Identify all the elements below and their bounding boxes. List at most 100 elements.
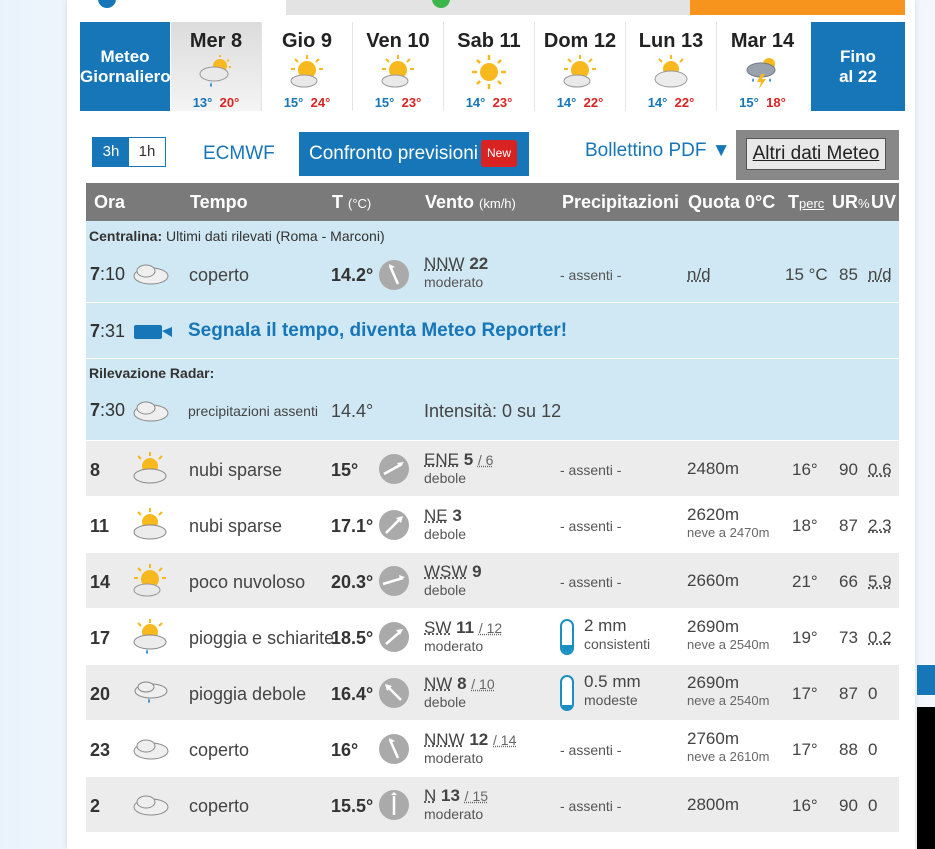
temperature: 15.5° — [331, 796, 374, 816]
day-tab-ven-10[interactable]: Ven 10 15° 23° — [353, 22, 444, 111]
weather-desc: coperto — [189, 796, 250, 816]
altri-dati-meteo-button[interactable]: Altri dati Meteo — [746, 138, 886, 170]
row-hour: 23 — [90, 740, 111, 760]
weather-desc: pioggia e schiarite — [189, 628, 335, 648]
day-tab-gio-9[interactable]: Gio 9 15° 24° — [262, 22, 353, 111]
quota-zero: 2760m neve a 2610m — [687, 729, 770, 765]
table-row: 17 pioggia e schiarite 18.5° SW 11 / 12 … — [86, 609, 899, 665]
tab-label: Fino — [840, 47, 876, 66]
cloudy-icon — [133, 401, 169, 422]
quota-zero: 2660m — [687, 571, 739, 590]
precipitation: - assenti - — [560, 267, 622, 283]
tab-label: Meteo — [100, 47, 150, 66]
partly-cloudy-icon — [133, 508, 167, 540]
interval-3h-button[interactable]: 3h — [93, 138, 129, 166]
weather-desc: coperto — [189, 740, 250, 760]
side-widget-tab[interactable] — [917, 665, 935, 695]
day-name: Mer 8 — [189, 30, 243, 52]
centralina-info: Centralina: Ultimi dati rilevati (Roma -… — [89, 228, 385, 244]
confronto-previsioni-button[interactable]: Confronto previsioni New — [299, 132, 529, 176]
model-link[interactable]: ECMWF — [203, 143, 275, 165]
wind-info: SW 11 / 12 moderato — [424, 618, 503, 655]
table-row: 2 coperto 15.5° N 13 / 15 moderato - ass… — [86, 777, 899, 833]
quota-zero: 2800m — [687, 795, 739, 814]
day-tab-dom-12[interactable]: Dom 12 14° 22° — [535, 22, 626, 111]
radar-temperature: 14.4° — [331, 401, 374, 421]
col-tempo: Tempo — [190, 192, 248, 212]
temperature: 16° — [331, 740, 359, 760]
day-tab-lun-13[interactable]: Lun 13 14° 22° — [626, 22, 717, 111]
day-name: Gio 9 — [281, 30, 332, 52]
day-tab-mer-8[interactable]: Mer 8 13° 20° — [171, 22, 262, 111]
row-hour: 8 — [90, 460, 101, 480]
day-name: Ven 10 — [366, 30, 430, 52]
top-nav-bar — [80, 0, 905, 15]
quota-zero: 2690m neve a 2540m — [687, 673, 770, 709]
uv-index: n/d — [868, 265, 892, 284]
rain-cloud-icon — [134, 681, 168, 703]
tperc: 17° — [792, 740, 818, 759]
days-strip: Meteo Giornaliero Mer 8 13° 20° Gio 9 15… — [80, 22, 905, 111]
row-hour: 11 — [90, 516, 110, 536]
day-tab-mar-14[interactable]: Mar 14 15° 18° — [717, 22, 808, 111]
quota-zero: 2690m neve a 2540m — [687, 617, 770, 653]
precipitation: - assenti - — [560, 742, 622, 758]
meteo-giornaliero-button[interactable]: Meteo Giornaliero — [80, 22, 171, 111]
rain-gauge-icon — [560, 675, 574, 711]
thunderstorm-icon — [746, 58, 775, 89]
wind-direction-icon — [379, 678, 409, 708]
table-row: 11 nubi sparse 17.1° NE 3 debole - assen… — [86, 497, 899, 553]
wind-direction-icon — [379, 622, 409, 652]
humidity: 88 — [839, 740, 858, 759]
col-vento: Vento (km/h) — [425, 192, 516, 212]
temperature: 17.1° — [331, 516, 374, 536]
row-hour: 2 — [90, 796, 101, 816]
reporter-time: 7:31 — [90, 321, 126, 341]
weather-desc: poco nuvoloso — [189, 572, 306, 592]
wind-info: ENE 5 / 6 debole — [424, 450, 494, 487]
interval-toggle: 3h 1h — [92, 137, 166, 167]
bollettino-pdf-dropdown[interactable]: Bollettino PDF ▼ — [585, 140, 731, 162]
wind-direction-icon — [379, 260, 409, 290]
cloudy-sun-icon — [654, 55, 688, 88]
temperature: 20.3° — [331, 572, 374, 592]
precipitation: 2 mm consistenti — [560, 617, 670, 657]
tab-label: al 22 — [839, 67, 877, 86]
wind-direction-icon — [379, 454, 409, 484]
col-tperc: Tperc — [788, 192, 825, 212]
altri-dati-container: Altri dati Meteo — [736, 130, 899, 180]
cloudy-icon — [133, 739, 169, 760]
col-uv: UV — [871, 192, 897, 212]
humidity: 85 — [839, 265, 858, 284]
day-tab-sab-11[interactable]: Sab 11 14° 23° — [444, 22, 535, 111]
wind-direction-icon — [379, 510, 409, 540]
row-hour: 20 — [90, 684, 111, 704]
forecast-table: Ora Tempo T (°C) Vento (km/h) Precipitaz… — [86, 183, 899, 849]
uv-index: 0.6 — [868, 460, 892, 479]
radar-time: 7:30 — [90, 400, 126, 420]
cloudy-icon — [133, 795, 169, 816]
reporter-row[interactable]: 7:31 Segnala il tempo, diventa Meteo Rep… — [86, 303, 899, 359]
camera-icon — [134, 325, 172, 339]
table-row: 8 nubi sparse 15° ENE 5 / 6 debole - ass… — [86, 441, 899, 497]
quota-zero: 2620m neve a 2470m — [687, 505, 770, 541]
partly-cloudy-icon — [133, 564, 166, 597]
day-name: Dom 12 — [543, 30, 617, 52]
fino-al-22-button[interactable]: Fino al 22 — [811, 22, 905, 111]
sun-icon — [472, 55, 506, 89]
row-hour: 14 — [90, 572, 111, 592]
weather-desc: nubi sparse — [189, 460, 283, 480]
wind-info: WSW 9 debole — [424, 562, 482, 599]
partly-cloudy-icon — [133, 452, 167, 484]
tab-label: Giornaliero — [80, 67, 171, 86]
meteo-reporter-link[interactable]: Segnala il tempo, diventa Meteo Reporter… — [188, 320, 567, 342]
col-temperatura: T (°C) — [332, 192, 372, 212]
tperc: 15 °C — [785, 265, 828, 284]
table-row: 23 coperto 16° NNW 12 / 14 moderato - as… — [86, 721, 899, 777]
uv-index: 0 — [868, 684, 878, 703]
radar-row: Rilevazione Radar: 7:30 precipitazioni a… — [86, 359, 899, 441]
tperc: 17° — [792, 684, 818, 703]
uv-index: 5.9 — [868, 572, 892, 591]
interval-1h-button[interactable]: 1h — [129, 138, 165, 166]
table-row — [86, 833, 899, 849]
